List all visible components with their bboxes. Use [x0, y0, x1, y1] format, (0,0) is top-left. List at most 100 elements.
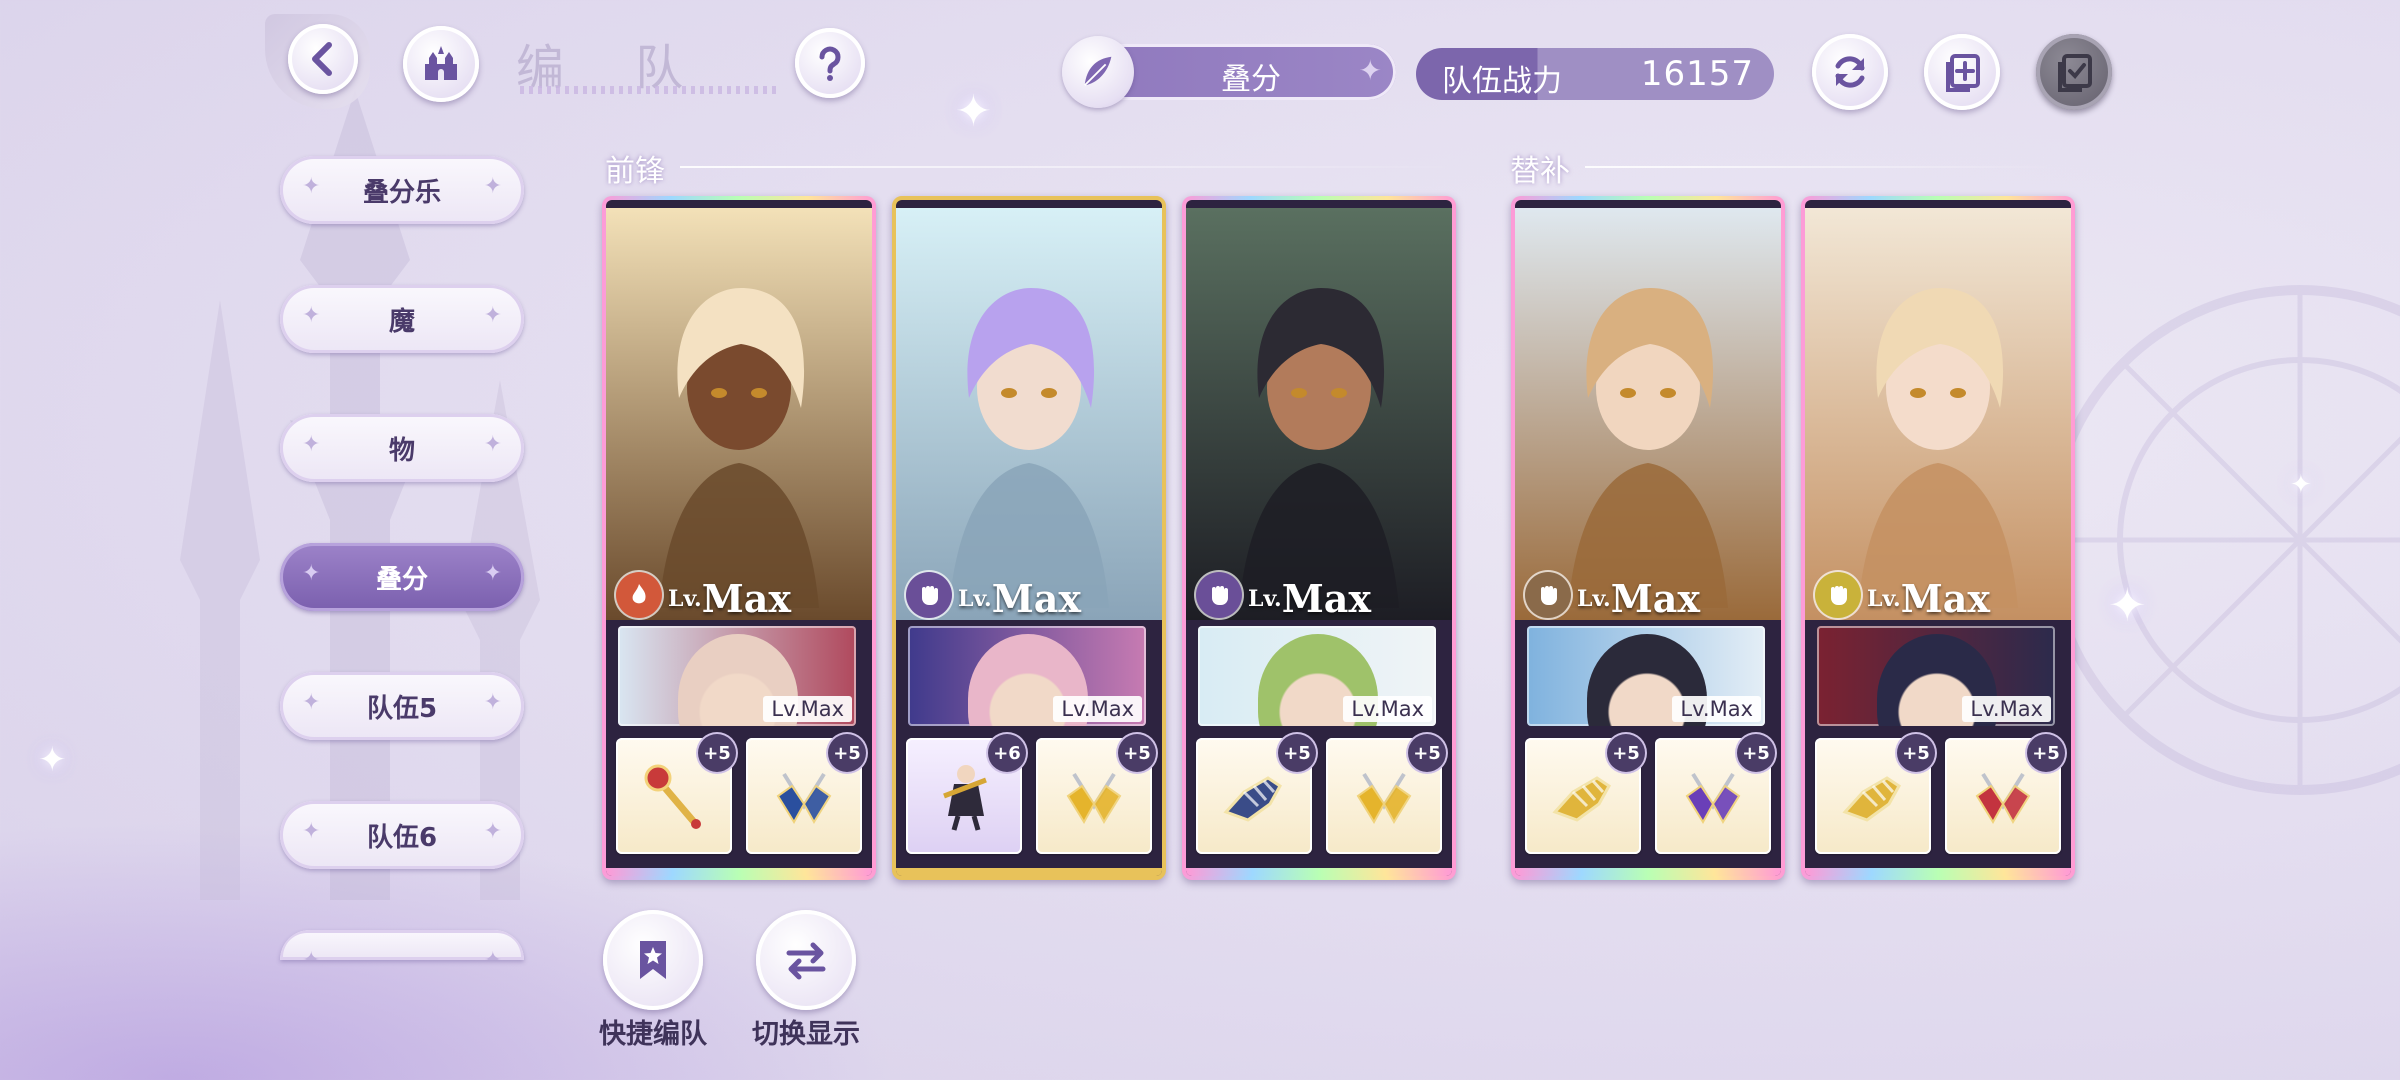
- feather-icon: [1083, 56, 1112, 87]
- chevron-left-icon: [312, 42, 332, 76]
- character-card-1[interactable]: Lv. Max Lv.Max +5 +5: [602, 196, 876, 880]
- equipment-slot-2[interactable]: +5: [1655, 734, 1775, 854]
- back-button[interactable]: [288, 24, 358, 94]
- card-frame-bottom: [1186, 868, 1452, 876]
- sparkle-decoration: ✦: [38, 740, 67, 780]
- title-decoration: [520, 86, 780, 94]
- level-row: Lv. Max: [1196, 562, 1371, 618]
- enhance-level-badge: +5: [1118, 734, 1156, 772]
- equipment-slot-2[interactable]: +5: [746, 734, 866, 854]
- switch-display-circle: [756, 910, 856, 1010]
- equip-art: [1066, 772, 1122, 824]
- sparkle-decoration: ✦: [955, 86, 992, 137]
- equip-art: [943, 765, 987, 831]
- character-portrait: [1515, 208, 1781, 620]
- team-tab-label: 叠分: [375, 564, 428, 595]
- gem-blue-icon: [764, 756, 844, 836]
- character-card-4[interactable]: Lv. Max Lv.Max +5 +5: [1511, 196, 1785, 880]
- equip-art: [1685, 772, 1741, 824]
- team-tab-2[interactable]: 魔: [280, 285, 524, 353]
- equipment-slot-1[interactable]: +6: [906, 734, 1026, 854]
- team-tab-5[interactable]: 队伍5: [280, 672, 524, 740]
- level-prefix: Lv.: [958, 586, 992, 612]
- gem-red-icon: [1963, 756, 2043, 836]
- equip-art: [644, 764, 701, 829]
- refresh-button[interactable]: [1812, 34, 1888, 110]
- gauntlet-icon: [1214, 756, 1294, 836]
- equipment-slot-1[interactable]: +5: [616, 734, 736, 854]
- team-tab-1[interactable]: 叠分乐: [280, 156, 524, 224]
- character-card-2[interactable]: Lv. Max Lv.Max +6 +5: [892, 196, 1166, 880]
- support-level-badge: Lv.Max: [1962, 696, 2051, 722]
- enhance-level-badge: +6: [988, 734, 1026, 772]
- support-character-portrait[interactable]: Lv.Max: [1527, 626, 1765, 726]
- help-button[interactable]: [795, 28, 865, 98]
- bookmark-star-icon: [640, 941, 666, 979]
- question-mark-icon: [819, 46, 841, 81]
- enhance-level-badge: +5: [1737, 734, 1775, 772]
- character-portrait: [606, 208, 872, 620]
- level-value: Max: [1281, 576, 1372, 621]
- support-character-portrait[interactable]: Lv.Max: [618, 626, 856, 726]
- gem-purple-icon: [1673, 756, 1753, 836]
- quick-team-label: 快捷编队: [599, 1019, 707, 1050]
- refresh-icon: [1835, 56, 1865, 88]
- equipment-slot-1[interactable]: +5: [1525, 734, 1645, 854]
- level-row: Lv. Max: [1525, 562, 1700, 618]
- character-portrait: [1805, 208, 2071, 620]
- support-character-portrait[interactable]: Lv.Max: [1817, 626, 2055, 726]
- scepter-icon: [634, 756, 714, 836]
- home-castle-button[interactable]: [403, 26, 479, 102]
- equipment-slot-1[interactable]: +5: [1196, 734, 1316, 854]
- character-card-5[interactable]: Lv. Max Lv.Max +5 +5: [1801, 196, 2075, 880]
- quick-team-circle: [603, 910, 703, 1010]
- team-selector-dropdown[interactable]: 叠分 ✦: [1062, 36, 1396, 108]
- equip-art: [1356, 772, 1412, 824]
- team-power-display: 队伍战力 16157: [1416, 48, 1774, 100]
- level-prefix: Lv.: [1577, 586, 1611, 612]
- swap-arrows-icon: [786, 942, 826, 980]
- team-power-value: 16157: [1640, 54, 1754, 94]
- sparkle-decoration: ✦: [2108, 578, 2147, 632]
- level-value: Max: [701, 576, 792, 621]
- equip-art: [1975, 772, 2031, 824]
- switch-display-label: 切换显示: [752, 1019, 860, 1050]
- add-team-button[interactable]: [1924, 34, 2000, 110]
- confirm-team-button[interactable]: [2036, 34, 2112, 110]
- character-art: [1858, 288, 2018, 608]
- team-tab-7-partial[interactable]: [280, 930, 524, 960]
- castle-icon: [425, 46, 457, 80]
- character-art: [1239, 288, 1399, 608]
- equipment-slot-2[interactable]: +5: [1036, 734, 1156, 854]
- bench-section-label: 替补: [1510, 154, 1570, 189]
- team-tab-3[interactable]: 物: [280, 414, 524, 482]
- character-card-3[interactable]: Lv. Max Lv.Max +5 +5: [1182, 196, 1456, 880]
- support-character-portrait[interactable]: Lv.Max: [1198, 626, 1436, 726]
- card-frame-bottom: [606, 868, 872, 876]
- level-value: Max: [991, 576, 1082, 621]
- add-copy-icon: [1946, 54, 1980, 92]
- team-tab-4[interactable]: 叠分: [280, 543, 524, 611]
- support-level-badge: Lv.Max: [1672, 696, 1761, 722]
- equipment-slot-2[interactable]: +5: [1945, 734, 2065, 854]
- enhance-level-badge: +5: [698, 734, 736, 772]
- support-character-portrait[interactable]: Lv.Max: [908, 626, 1146, 726]
- check-copy-icon: [2058, 54, 2092, 92]
- gem-gold-icon: [1344, 756, 1424, 836]
- star-icon: ✦: [1358, 54, 1382, 87]
- front-section-label: 前锋: [605, 154, 665, 189]
- level-value: Max: [1610, 576, 1701, 621]
- equip-art: [776, 772, 832, 824]
- fist-element-icon: [1525, 572, 1571, 618]
- level-row: Lv. Max: [906, 562, 1081, 618]
- team-tab-label: 叠分乐: [362, 177, 441, 208]
- enhance-level-badge: +5: [828, 734, 866, 772]
- character-art: [1568, 288, 1728, 608]
- equipment-slot-1[interactable]: +5: [1815, 734, 1935, 854]
- team-tab-6[interactable]: 队伍6: [280, 801, 524, 869]
- switch-display-button[interactable]: 切换显示: [736, 910, 876, 1051]
- character-portrait: [1186, 208, 1452, 620]
- equipment-slot-2[interactable]: +5: [1326, 734, 1446, 854]
- quick-team-button[interactable]: 快捷编队: [583, 910, 723, 1051]
- enhance-level-badge: +5: [2027, 734, 2065, 772]
